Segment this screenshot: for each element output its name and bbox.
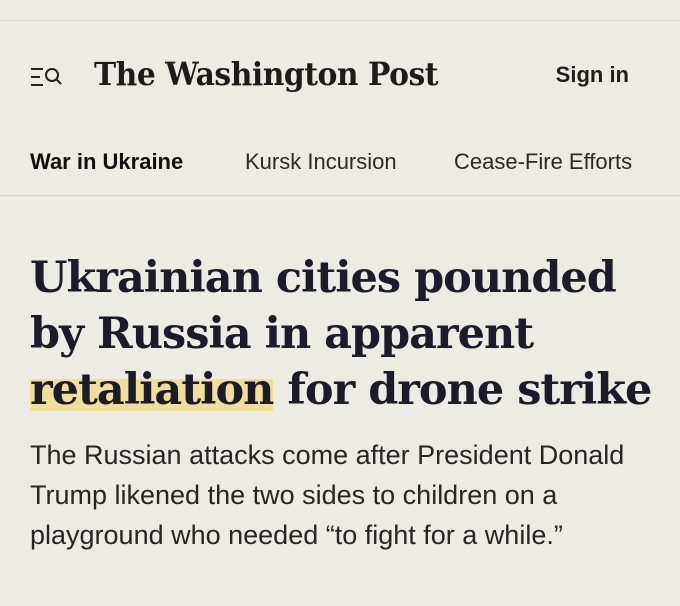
article-dek: The Russian attacks come after President… [30, 440, 625, 550]
washington-post-logo[interactable]: The Washington Post [94, 55, 438, 93]
article-headline[interactable]: Ukrainian cities pounded by Russia in ap… [30, 250, 660, 418]
section-nav: War in Ukraine Kursk Incursion Cease-Fir… [0, 131, 680, 196]
nav-item-war-in-ukraine[interactable]: War in Ukraine [30, 149, 183, 175]
sign-in-button[interactable]: Sign in [556, 62, 629, 88]
masthead: The Washington Post Sign in [0, 21, 680, 131]
headline-text-end: for drone strike [273, 365, 652, 415]
menu-search-icon [31, 68, 62, 86]
menu-search-button[interactable] [30, 65, 64, 89]
headline-highlighted-word: retaliation [30, 365, 274, 415]
nav-item-cease-fire-efforts[interactable]: Cease-Fire Efforts [454, 149, 632, 175]
nav-item-kursk-incursion[interactable]: Kursk Incursion [245, 149, 397, 175]
headline-text-start: Ukrainian cities pounded by Russia in ap… [30, 253, 617, 359]
